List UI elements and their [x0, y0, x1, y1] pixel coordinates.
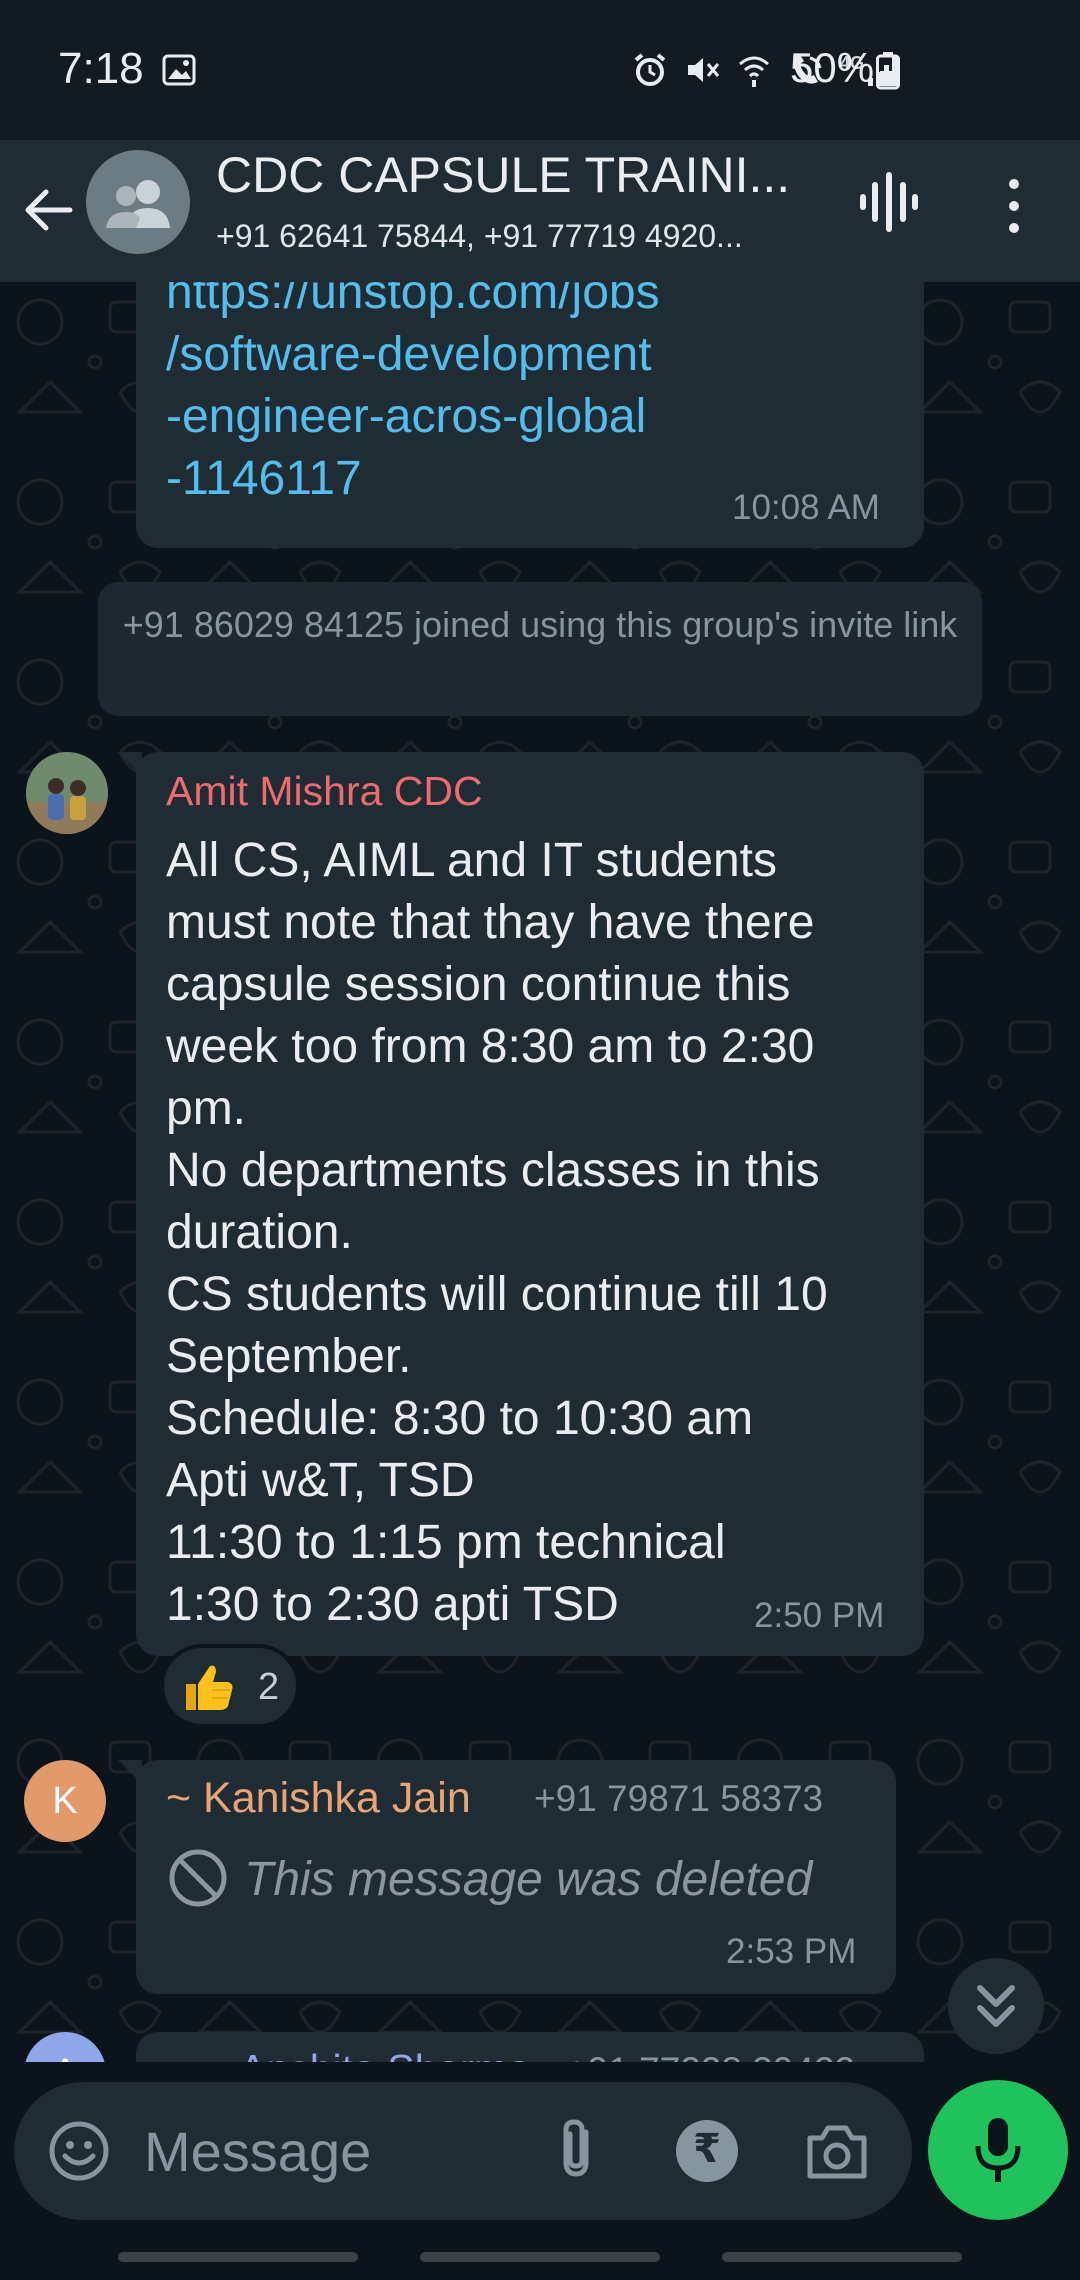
chat-area[interactable]: https://unstop.com/jobs /software-develo…	[0, 282, 1080, 2062]
emoji-icon[interactable]	[48, 2120, 110, 2182]
image-icon	[162, 54, 196, 86]
system-nav-bar	[0, 2222, 1080, 2280]
status-bar: 7:18 4G 50%	[0, 0, 1080, 140]
sender-avatar[interactable]	[26, 752, 108, 834]
sender-avatar[interactable]: K	[24, 1760, 106, 1842]
message-input[interactable]	[144, 2110, 524, 2192]
attach-icon[interactable]	[548, 2118, 608, 2184]
bubble-tail	[118, 752, 142, 776]
sender-phone: +91 79871 58373	[534, 1778, 824, 1819]
reaction-count: 2	[258, 1666, 280, 1708]
sender-phone: +91 77228 39422	[566, 2050, 855, 2062]
nav-handle-center[interactable]	[420, 2252, 660, 2262]
message-bubble[interactable]: https://unstop.com/jobs /software-develo…	[136, 282, 924, 548]
battery-percent: 50%	[790, 44, 875, 91]
group-icon	[106, 180, 170, 228]
message-time: 2:50 PM	[754, 1596, 885, 1635]
message-time: 10:08 AM	[732, 488, 880, 527]
rupee-icon: ₹	[693, 2127, 721, 2171]
double-chevron-down-icon	[977, 1985, 1015, 2027]
deleted-message-text: This message was deleted	[244, 1853, 813, 1906]
scroll-to-bottom-button[interactable]	[948, 1958, 1044, 2054]
thumbs-up-icon	[186, 1665, 233, 1710]
message-text: All CS, AIML and IT students must note t…	[166, 834, 828, 1631]
voice-message-button[interactable]	[928, 2080, 1068, 2220]
composer: ₹	[0, 2062, 1080, 2222]
battery-icon	[876, 52, 900, 90]
nav-handle-right[interactable]	[722, 2252, 962, 2262]
message-bubble[interactable]: ~ Kanishka Jain +91 79871 58373 This mes…	[118, 1760, 896, 1994]
message-link[interactable]: https://unstop.com/jobs /software-develo…	[166, 282, 660, 510]
system-message: +91 86029 84125 joined using this group'…	[98, 582, 982, 716]
bubble-tail	[118, 1760, 142, 1784]
message-composer: ₹	[14, 2082, 912, 2220]
back-arrow-icon[interactable]	[20, 174, 76, 246]
group-members[interactable]: +91 62641 75844, +91 77719 4920...	[216, 218, 816, 255]
message-time: 2:53 PM	[726, 1932, 857, 1971]
more-options-icon[interactable]	[994, 174, 1034, 238]
payment-button[interactable]: ₹	[676, 2120, 738, 2182]
avatar-photo	[26, 752, 108, 834]
deleted-icon	[169, 1849, 227, 1907]
message-bubble[interactable]: Amit Mishra CDC All CS, AIML and IT stud…	[118, 752, 924, 1656]
mic-icon	[975, 2118, 1021, 2182]
status-time: 7:18	[58, 44, 144, 93]
group-avatar[interactable]	[86, 150, 190, 254]
sender-name[interactable]: ~ Anshita Sharma	[206, 2046, 531, 2062]
voice-chat-icon[interactable]	[858, 170, 920, 234]
sender-name[interactable]: Amit Mishra CDC	[166, 768, 483, 815]
camera-icon[interactable]	[804, 2120, 870, 2182]
group-title[interactable]: CDC CAPSULE TRAINI...	[216, 146, 816, 204]
nav-handle-left[interactable]	[118, 2252, 358, 2262]
chat-header: CDC CAPSULE TRAINI... +91 62641 75844, +…	[0, 140, 1080, 282]
sender-name[interactable]: ~ Kanishka Jain	[166, 1774, 471, 1823]
mute-icon	[687, 58, 720, 82]
message-bubble[interactable]: ~ Anshita Sharma +91 77228 39422	[136, 2032, 924, 2062]
alarm-icon	[634, 53, 666, 86]
message-reaction[interactable]: 2	[160, 1644, 300, 1728]
wifi-call-icon	[739, 56, 769, 87]
